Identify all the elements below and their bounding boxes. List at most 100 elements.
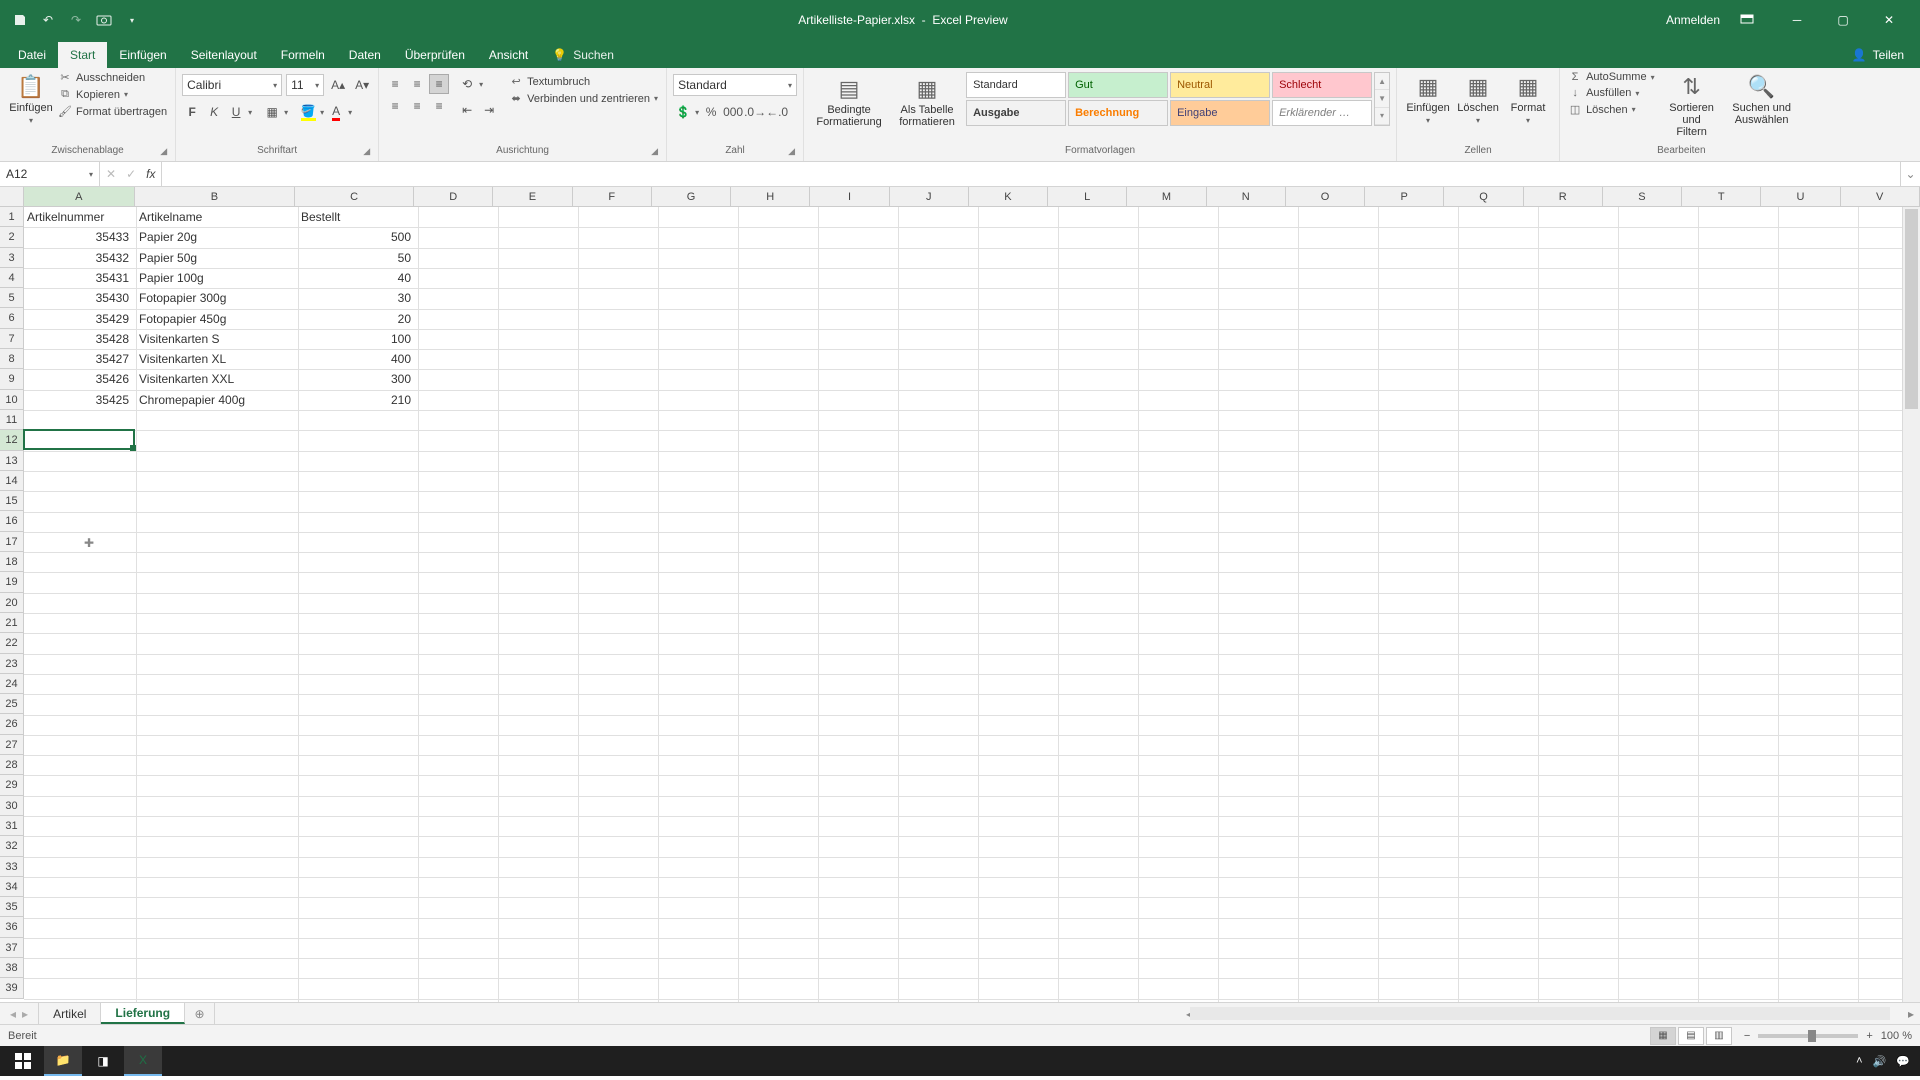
row-header[interactable]: 14 (0, 471, 24, 491)
tab-review[interactable]: Überprüfen (393, 42, 477, 68)
cell[interactable]: 210 (298, 390, 414, 410)
vertical-scrollbar[interactable] (1902, 207, 1920, 1002)
fill-button[interactable]: ↓Ausfüllen ▾ (1566, 86, 1657, 100)
find-select-button[interactable]: 🔍Suchen und Auswählen (1727, 70, 1797, 130)
cell[interactable]: Artikelname (136, 207, 294, 227)
row-header[interactable]: 23 (0, 654, 24, 674)
row-header[interactable]: 24 (0, 674, 24, 694)
fill-color-button[interactable]: 🪣 (298, 102, 318, 122)
insert-cells-button[interactable]: ▦Einfügen▾ (1403, 70, 1453, 130)
orientation-icon[interactable]: ⟲ (457, 74, 477, 94)
taskbar-explorer-icon[interactable]: 📁 (44, 1046, 82, 1076)
conditional-formatting-button[interactable]: ▤Bedingte Formatierung (810, 72, 888, 132)
row-header[interactable]: 3 (0, 248, 24, 268)
increase-font-icon[interactable]: A▴ (328, 75, 348, 95)
sheet-nav-next-icon[interactable]: ▸ (22, 1007, 28, 1021)
comma-format-icon[interactable]: 000 (723, 102, 743, 122)
row-header[interactable]: 31 (0, 816, 24, 836)
sheet-tab-artikel[interactable]: Artikel (39, 1003, 101, 1024)
style-standard[interactable]: Standard (966, 72, 1066, 98)
add-sheet-button[interactable]: ⊕ (185, 1003, 215, 1024)
spreadsheet-grid[interactable]: ABCDEFGHIJKLMNOPQRSTUV 12345678910111213… (0, 187, 1920, 1002)
row-header[interactable]: 16 (0, 511, 24, 531)
align-top-icon[interactable]: ≡ (385, 74, 405, 94)
zoom-in-button[interactable]: + (1866, 1030, 1872, 1042)
font-size-combo[interactable]: 11▾ (286, 74, 324, 96)
column-header[interactable]: Q (1444, 187, 1523, 207)
cell[interactable]: 35432 (24, 248, 132, 268)
align-middle-icon[interactable]: ≡ (407, 74, 427, 94)
row-header[interactable]: 30 (0, 796, 24, 816)
style-neutral[interactable]: Neutral (1170, 72, 1270, 98)
column-header[interactable]: K (969, 187, 1048, 207)
column-header[interactable]: C (295, 187, 414, 207)
cut-button[interactable]: ✂Ausschneiden (56, 70, 169, 85)
cell[interactable]: 300 (298, 369, 414, 389)
style-eingabe[interactable]: Eingabe (1170, 100, 1270, 126)
qat-customize-icon[interactable]: ▾ (124, 12, 140, 28)
style-erklaerend[interactable]: Erklärender … (1272, 100, 1372, 126)
row-header[interactable]: 2 (0, 227, 24, 247)
column-header[interactable]: L (1048, 187, 1127, 207)
row-header[interactable]: 9 (0, 369, 24, 389)
format-as-table-button[interactable]: ▦Als Tabelle formatieren (888, 72, 966, 132)
row-header[interactable]: 15 (0, 491, 24, 511)
column-header[interactable]: D (414, 187, 493, 207)
autosum-button[interactable]: ΣAutoSumme ▾ (1566, 70, 1657, 84)
align-right-icon[interactable]: ≡ (429, 96, 449, 116)
row-header[interactable]: 10 (0, 390, 24, 410)
cancel-formula-icon[interactable]: ✕ (106, 167, 116, 181)
row-header[interactable]: 36 (0, 917, 24, 937)
row-header[interactable]: 12 (0, 430, 24, 450)
cell[interactable]: Papier 100g (136, 268, 294, 288)
share-button[interactable]: 👤Teilen (1836, 42, 1920, 68)
tab-view[interactable]: Ansicht (477, 42, 540, 68)
tab-insert[interactable]: Einfügen (107, 42, 178, 68)
column-header[interactable]: H (731, 187, 810, 207)
row-header[interactable]: 1 (0, 207, 24, 227)
cell-styles-gallery[interactable]: Standard Gut Neutral Schlecht Ausgabe Be… (966, 72, 1372, 126)
cell[interactable]: Bestellt (298, 207, 414, 227)
bold-button[interactable]: F (182, 102, 202, 122)
taskbar-app-icon[interactable]: ◨ (84, 1046, 122, 1076)
cell[interactable]: Chromepapier 400g (136, 390, 294, 410)
cell[interactable]: Fotopapier 450g (136, 309, 294, 329)
row-header[interactable]: 7 (0, 329, 24, 349)
column-header[interactable]: A (24, 187, 135, 207)
row-header[interactable]: 29 (0, 775, 24, 795)
row-header[interactable]: 32 (0, 836, 24, 856)
row-header[interactable]: 22 (0, 633, 24, 653)
sheet-nav-prev-icon[interactable]: ◂ (10, 1007, 16, 1021)
row-header[interactable]: 37 (0, 938, 24, 958)
cell[interactable]: 30 (298, 288, 414, 308)
increase-indent-icon[interactable]: ⇥ (479, 100, 499, 120)
cell[interactable]: 35426 (24, 369, 132, 389)
row-header[interactable]: 5 (0, 288, 24, 308)
styles-scroll[interactable]: ▲▼▾ (1374, 72, 1390, 126)
row-header[interactable]: 34 (0, 877, 24, 897)
tab-formulas[interactable]: Formeln (269, 42, 337, 68)
increase-decimal-icon[interactable]: .0→ (745, 102, 765, 122)
cell[interactable]: Papier 50g (136, 248, 294, 268)
cell[interactable]: 35427 (24, 349, 132, 369)
row-header[interactable]: 21 (0, 613, 24, 633)
tab-file[interactable]: Datei (6, 42, 58, 68)
decrease-decimal-icon[interactable]: ←.0 (767, 102, 787, 122)
row-header[interactable]: 26 (0, 714, 24, 734)
merge-center-button[interactable]: ⬌Verbinden und zentrieren ▾ (507, 91, 660, 106)
cell[interactable]: Visitenkarten XL (136, 349, 294, 369)
column-header[interactable]: P (1365, 187, 1444, 207)
style-ausgabe[interactable]: Ausgabe (966, 100, 1066, 126)
font-launcher-icon[interactable]: ◢ (363, 146, 370, 157)
accounting-format-icon[interactable]: 💲 (673, 102, 693, 122)
style-gut[interactable]: Gut (1068, 72, 1168, 98)
row-header[interactable]: 17 (0, 532, 24, 552)
column-header[interactable]: I (810, 187, 889, 207)
copy-button[interactable]: ⧉Kopieren ▾ (56, 87, 169, 102)
minimize-button[interactable]: ─ (1774, 0, 1820, 40)
cell[interactable]: Visitenkarten XXL (136, 369, 294, 389)
number-format-combo[interactable]: Standard▾ (673, 74, 797, 96)
clipboard-launcher-icon[interactable]: ◢ (160, 146, 167, 157)
decrease-indent-icon[interactable]: ⇤ (457, 100, 477, 120)
decrease-font-icon[interactable]: A▾ (352, 75, 372, 95)
